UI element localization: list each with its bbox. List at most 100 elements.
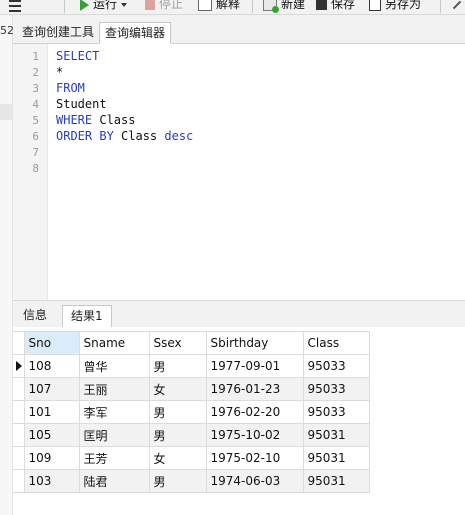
code-line: * [56, 65, 63, 79]
cell-sbirthday[interactable]: 1977-09-01 [205, 354, 304, 378]
cell-sno[interactable]: 107 [23, 377, 80, 401]
cell-sbirthday[interactable]: 1975-02-10 [205, 446, 304, 470]
magic-wand-icon [452, 0, 462, 9]
cell-sno[interactable]: 101 [23, 400, 80, 424]
left-panel-partial-text: 52 [0, 24, 14, 37]
cell-ssex[interactable]: 男 [148, 423, 207, 447]
code-line: SELECT [56, 49, 99, 63]
row-selector[interactable] [13, 446, 25, 470]
row-selector[interactable] [13, 354, 25, 378]
cell-class[interactable]: 95031 [302, 446, 370, 470]
cell-class[interactable]: 95033 [302, 377, 370, 401]
cell-class[interactable]: 95031 [302, 469, 370, 493]
toolbar-separator [252, 0, 253, 13]
column-header-sbirthday[interactable]: Sbirthday [205, 331, 304, 355]
column-header-class[interactable]: Class [302, 331, 370, 355]
result-tab-bar: 信息 结果1 [13, 300, 465, 328]
cell-sbirthday[interactable]: 1975-10-02 [205, 423, 304, 447]
column-header-sname[interactable]: Sname [78, 331, 150, 355]
sql-keyword: FROM [56, 81, 85, 95]
sql-keyword: ORDER BY [56, 129, 114, 143]
line-number-gutter: 1 2 3 4 5 6 7 8 [13, 44, 48, 300]
cell-sname[interactable]: 王芳 [78, 446, 150, 470]
column-header-sno[interactable]: Sno [23, 331, 80, 355]
cell-ssex[interactable]: 男 [148, 469, 207, 493]
grid-corner [13, 331, 25, 355]
new-query-button[interactable]: 新建 [263, 0, 305, 13]
result-grid-area: Sno Sname Ssex Sbirthday Class 108 曾华 男 … [13, 327, 465, 515]
code-line: FROM [56, 81, 85, 95]
query-tab-bar: 查询创建工具 查询编辑器 [13, 15, 465, 44]
cell-sname[interactable]: 王丽 [78, 377, 150, 401]
cell-sname[interactable]: 匡明 [78, 423, 150, 447]
cell-ssex[interactable]: 女 [148, 446, 207, 470]
save-as-icon [369, 0, 381, 11]
line-number: 7 [32, 146, 39, 159]
table-row[interactable]: 105 匡明 男 1975-10-02 95031 [13, 423, 370, 447]
code-line: Student [56, 97, 107, 111]
row-selector[interactable] [13, 469, 25, 493]
result-grid: Sno Sname Ssex Sbirthday Class 108 曾华 男 … [13, 331, 370, 493]
table-row[interactable]: 108 曾华 男 1977-09-01 95033 [13, 354, 370, 378]
sql-token: * [56, 65, 64, 79]
stop-button[interactable]: 停止 [145, 0, 183, 13]
cell-sno[interactable]: 105 [23, 423, 80, 447]
row-selector[interactable] [13, 400, 25, 424]
tab-query-builder[interactable]: 查询创建工具 [17, 22, 99, 42]
table-row[interactable]: 103 陆君 男 1974-06-03 95031 [13, 469, 370, 493]
cell-sname[interactable]: 曾华 [78, 354, 150, 378]
save-label: 保存 [331, 0, 356, 11]
row-selector[interactable] [13, 377, 25, 401]
sql-token: Class [113, 129, 165, 143]
cell-ssex[interactable]: 女 [148, 377, 207, 401]
sql-token: Class [92, 113, 136, 127]
cell-sno[interactable]: 109 [23, 446, 80, 470]
save-button[interactable]: 保存 [316, 0, 355, 13]
run-button[interactable]: 运行 [80, 0, 128, 13]
tab-result1[interactable]: 结果1 [62, 305, 112, 328]
explain-icon [198, 0, 212, 11]
toolbar-separator [440, 0, 441, 13]
run-label: 运行 [93, 0, 118, 11]
save-icon [316, 0, 327, 10]
line-number: 8 [32, 162, 39, 175]
cell-sname[interactable]: 李军 [78, 400, 150, 424]
cell-class[interactable]: 95031 [302, 423, 370, 447]
line-number: 2 [32, 66, 39, 79]
sql-keyword: SELECT [56, 49, 100, 63]
table-row[interactable]: 109 王芳 女 1975-02-10 95031 [13, 446, 370, 470]
current-row-pointer-icon [16, 361, 22, 371]
line-number: 6 [32, 130, 39, 143]
cell-class[interactable]: 95033 [302, 400, 370, 424]
cell-sno[interactable]: 108 [23, 354, 80, 378]
tab-query-editor[interactable]: 查询编辑器 [99, 22, 172, 44]
table-row[interactable]: 107 王丽 女 1976-01-23 95033 [13, 377, 370, 401]
run-dropdown-icon[interactable] [121, 2, 128, 7]
hamburger-menu-icon[interactable] [0, 0, 28, 14]
code-line: ORDER BY Class desc [56, 129, 193, 143]
beautify-button[interactable] [452, 0, 465, 13]
sql-keyword: desc [164, 129, 194, 143]
cell-sname[interactable]: 陆君 [78, 469, 150, 493]
cell-sno[interactable]: 103 [23, 469, 80, 493]
code-line: WHERE Class [56, 113, 135, 127]
save-as-button[interactable]: 另存为 [369, 0, 421, 13]
left-panel-selected-item[interactable] [0, 104, 12, 120]
cell-ssex[interactable]: 男 [148, 354, 207, 378]
cell-sbirthday[interactable]: 1976-02-20 [205, 400, 304, 424]
row-selector[interactable] [13, 423, 25, 447]
cell-ssex[interactable]: 男 [148, 400, 207, 424]
sql-keyword: WHERE [56, 113, 93, 127]
cell-class[interactable]: 95033 [302, 354, 370, 378]
cell-sbirthday[interactable]: 1974-06-03 [205, 469, 304, 493]
main-toolbar: 运行 停止 解释 新建 保存 另存为 [0, 0, 465, 15]
table-row[interactable]: 101 李军 男 1976-02-20 95033 [13, 400, 370, 424]
cell-sbirthday[interactable]: 1976-01-23 [205, 377, 304, 401]
tab-info[interactable]: 信息 [15, 305, 55, 326]
explain-button[interactable]: 解释 [198, 0, 240, 13]
line-number: 5 [32, 114, 39, 127]
sql-token: Student [56, 97, 107, 111]
sql-editor[interactable]: 1 2 3 4 5 6 7 8 SELECT * FROM Student WH… [13, 44, 465, 300]
column-header-ssex[interactable]: Ssex [148, 331, 207, 355]
new-query-label: 新建 [281, 0, 306, 11]
